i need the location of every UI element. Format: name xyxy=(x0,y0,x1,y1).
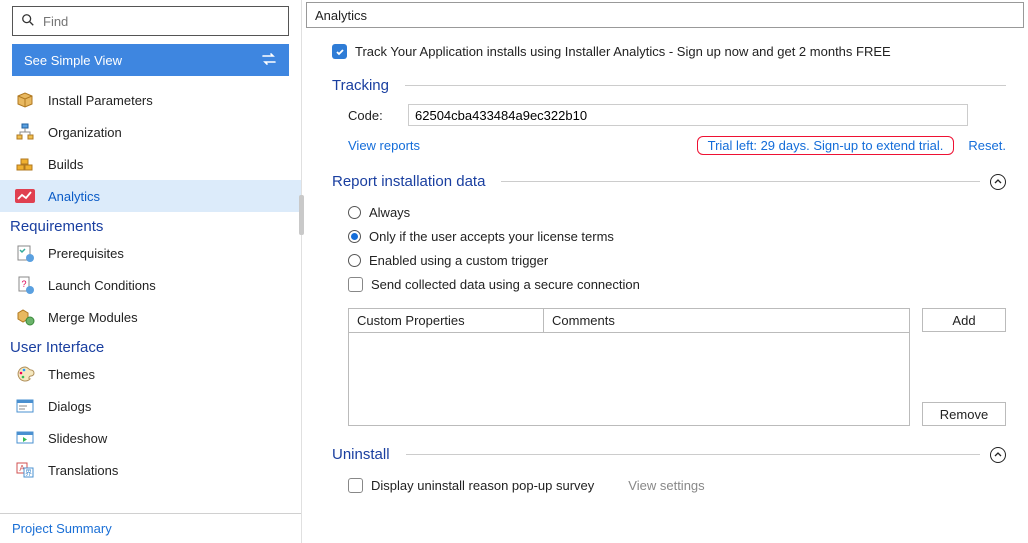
search-icon xyxy=(21,13,35,30)
radio-always[interactable] xyxy=(348,206,361,219)
sidebar-item-analytics[interactable]: Analytics xyxy=(0,180,301,212)
slideshow-icon xyxy=(14,427,36,449)
swap-icon xyxy=(261,52,277,69)
radio-license-accept[interactable] xyxy=(348,230,361,243)
report-section-title: Report installation data xyxy=(332,173,485,190)
dialog-icon xyxy=(14,395,36,417)
page-title: Analytics xyxy=(315,8,367,23)
project-summary-label: Project Summary xyxy=(12,521,112,536)
sidebar-item-label: Themes xyxy=(48,367,95,382)
track-checkbox-label: Track Your Application installs using In… xyxy=(355,44,891,59)
sidebar-item-label: Launch Conditions xyxy=(48,278,156,293)
section-requirements: Requirements xyxy=(0,212,301,237)
collapse-toggle[interactable] xyxy=(990,174,1006,190)
chevron-up-icon xyxy=(994,178,1002,186)
package-icon xyxy=(14,89,36,111)
sidebar-item-dialogs[interactable]: Dialogs xyxy=(0,390,301,422)
merge-icon xyxy=(14,306,36,328)
sidebar-item-builds[interactable]: Builds xyxy=(0,148,301,180)
code-label: Code: xyxy=(348,108,388,123)
custom-properties-table[interactable]: Custom Properties Comments xyxy=(348,308,910,426)
check-icon xyxy=(335,47,345,57)
radio-custom-label: Enabled using a custom trigger xyxy=(369,253,548,268)
reset-link[interactable]: Reset. xyxy=(968,138,1006,153)
sidebar-item-install-parameters[interactable]: Install Parameters xyxy=(0,84,301,116)
svg-text:界: 界 xyxy=(25,469,32,477)
add-button[interactable]: Add xyxy=(922,308,1006,332)
sidebar-item-prerequisites[interactable]: Prerequisites xyxy=(0,237,301,269)
resize-handle[interactable] xyxy=(299,195,304,235)
track-checkbox[interactable] xyxy=(332,44,347,59)
sidebar-item-merge-modules[interactable]: Merge Modules xyxy=(0,301,301,333)
uninstall-survey-checkbox[interactable] xyxy=(348,478,363,493)
bricks-icon xyxy=(14,153,36,175)
sidebar-item-label: Translations xyxy=(48,463,118,478)
page-title-bar: Analytics xyxy=(306,2,1024,28)
code-input[interactable] xyxy=(408,104,968,126)
column-comments: Comments xyxy=(544,309,909,332)
search-box[interactable] xyxy=(12,6,289,36)
sidebar-item-label: Prerequisites xyxy=(48,246,124,261)
secure-checkbox-label: Send collected data using a secure conne… xyxy=(371,277,640,292)
sidebar-item-label: Install Parameters xyxy=(48,93,153,108)
view-reports-link[interactable]: View reports xyxy=(348,138,420,153)
sidebar-item-themes[interactable]: Themes xyxy=(0,358,301,390)
checklist-icon xyxy=(14,242,36,264)
sidebar-item-organization[interactable]: Organization xyxy=(0,116,301,148)
column-custom-properties: Custom Properties xyxy=(349,309,544,332)
view-settings-link[interactable]: View settings xyxy=(628,478,704,493)
search-input[interactable] xyxy=(41,13,280,30)
divider xyxy=(406,454,980,455)
radio-license-label: Only if the user accepts your license te… xyxy=(369,229,614,244)
divider xyxy=(405,85,1006,86)
divider xyxy=(501,181,980,182)
sidebar-item-label: Dialogs xyxy=(48,399,91,414)
translate-icon: A界 xyxy=(14,459,36,481)
org-chart-icon xyxy=(14,121,36,143)
sidebar-item-label: Slideshow xyxy=(48,431,107,446)
simple-view-label: See Simple View xyxy=(24,53,122,68)
sidebar-item-label: Organization xyxy=(48,125,122,140)
analytics-icon xyxy=(14,185,36,207)
sidebar-item-label: Merge Modules xyxy=(48,310,138,325)
chevron-up-icon xyxy=(994,451,1002,459)
radio-custom-trigger[interactable] xyxy=(348,254,361,267)
trial-signup-link[interactable]: Trial left: 29 days. Sign-up to extend t… xyxy=(697,136,955,155)
section-user-interface: User Interface xyxy=(0,333,301,358)
svg-text:?: ? xyxy=(21,279,26,289)
remove-button[interactable]: Remove xyxy=(922,402,1006,426)
sidebar-item-translations[interactable]: A界 Translations xyxy=(0,454,301,486)
palette-icon xyxy=(14,363,36,385)
uninstall-survey-label: Display uninstall reason pop-up survey xyxy=(371,478,594,493)
sidebar-item-launch-conditions[interactable]: ? Launch Conditions xyxy=(0,269,301,301)
project-summary-button[interactable]: Project Summary xyxy=(0,513,301,543)
tracking-section-title: Tracking xyxy=(332,77,389,94)
sidebar-item-slideshow[interactable]: Slideshow xyxy=(0,422,301,454)
see-simple-view-button[interactable]: See Simple View xyxy=(12,44,289,76)
sidebar-item-label: Analytics xyxy=(48,189,100,204)
question-doc-icon: ? xyxy=(14,274,36,296)
collapse-toggle[interactable] xyxy=(990,447,1006,463)
radio-always-label: Always xyxy=(369,205,410,220)
sidebar-item-label: Builds xyxy=(48,157,83,172)
uninstall-section-title: Uninstall xyxy=(332,446,390,463)
secure-checkbox[interactable] xyxy=(348,277,363,292)
